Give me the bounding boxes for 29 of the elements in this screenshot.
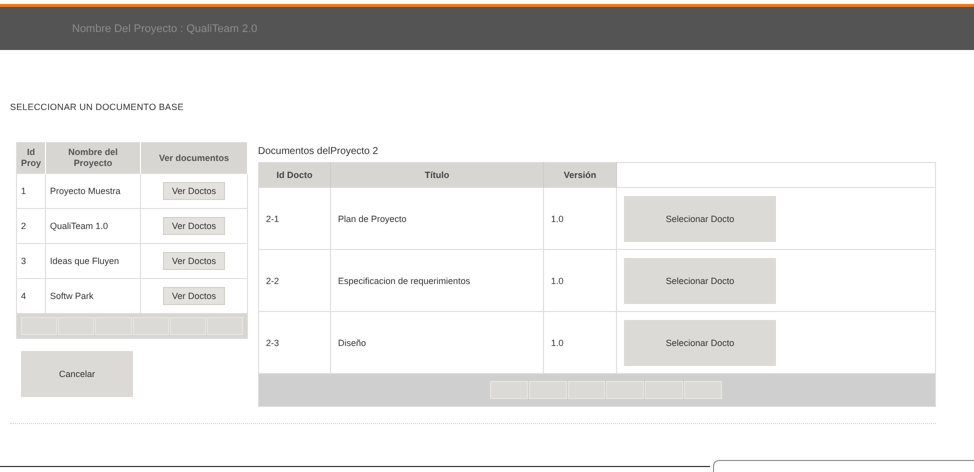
table-cell: 1 [16,174,46,208]
column-header: Id Docto [258,162,330,188]
view-docs-button[interactable]: Ver Doctos [162,252,226,270]
table-cell: Proyecto Muestra [46,174,140,208]
table-cell: 1.0 [544,250,616,312]
project-name-title: Nombre Del Proyecto : QualiTeam 2.0 [72,23,258,35]
table-cell: QualiTeam 1.0 [46,208,140,244]
column-header: Id Proy [16,142,46,174]
column-header: Título [330,162,544,188]
table-cell: Especificacion de requerimientos [330,250,544,312]
table-cell: 2-1 [258,188,330,250]
view-docs-button[interactable]: Ver Doctos [162,217,226,235]
column-header: Nombre del Proyecto [46,142,140,174]
view-docs-button[interactable]: Ver Doctos [162,287,226,305]
select-document-button[interactable]: Selecionar Docto [624,320,776,366]
table-cell: 1.0 [544,188,616,250]
documents-title: Documentos delProyecto 2 [258,146,380,157]
table-cell: 2 [16,208,46,244]
view-docs-button[interactable]: Ver Doctos [162,182,226,200]
table-cell: Plan de Proyecto [330,188,544,250]
section-title: SELECCIONAR UN DOCUMENTO BASE [10,102,185,112]
column-header: Versión [544,162,616,188]
select-document-button[interactable]: Selecionar Docto [624,258,776,304]
table-cell: 2-2 [258,250,330,312]
select-document-button[interactable]: Selecionar Docto [624,196,776,242]
table-cell: Ideas que Fluyen [46,244,140,278]
cancel-button[interactable]: Cancelar [21,351,133,397]
table-cell: 3 [16,244,46,278]
column-header: Ver documentos [140,142,248,174]
